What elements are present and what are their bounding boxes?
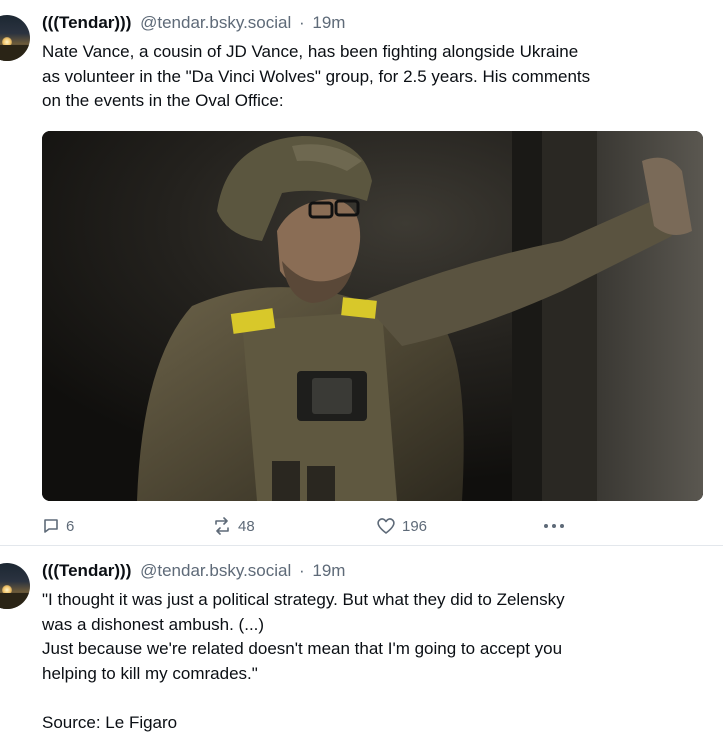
avatar-landscape [0, 593, 30, 609]
reply-button[interactable]: 6 [42, 514, 74, 538]
author-name[interactable]: (((Tendar))) [42, 561, 131, 580]
author-avatar[interactable] [0, 563, 30, 609]
post-time[interactable]: 19m [312, 561, 345, 580]
avatar-landscape [0, 45, 30, 61]
separator: · [298, 561, 305, 580]
post-header: (((Tendar))) @tendar.bsky.social · 19m [42, 12, 345, 34]
post-header: (((Tendar))) @tendar.bsky.social · 19m [42, 560, 345, 582]
reply-icon [44, 519, 58, 533]
post-actions: 6 48 196 [42, 514, 703, 538]
like-count: 196 [402, 517, 428, 535]
soldier-photo [42, 131, 703, 501]
post[interactable]: (((Tendar))) @tendar.bsky.social · 19m N… [0, 0, 723, 545]
reply-count: 6 [66, 517, 75, 535]
more-options-icon [544, 524, 564, 528]
repost-button[interactable]: 48 [212, 514, 255, 538]
post-time[interactable]: 19m [312, 13, 345, 32]
post[interactable]: (((Tendar))) @tendar.bsky.social · 19m "… [0, 548, 723, 750]
author-handle[interactable]: @tendar.bsky.social [140, 561, 291, 580]
post-divider [0, 545, 723, 546]
post-text: "I thought it was just a political strat… [42, 590, 565, 732]
separator: · [298, 13, 305, 32]
author-name[interactable]: (((Tendar))) [42, 13, 131, 32]
more-options-button[interactable] [542, 514, 572, 538]
heart-icon [377, 518, 395, 534]
post-text: Nate Vance, a cousin of JD Vance, has be… [42, 42, 591, 110]
author-avatar[interactable] [0, 15, 30, 61]
repost-count: 48 [238, 517, 255, 535]
repost-icon [215, 517, 229, 535]
author-handle[interactable]: @tendar.bsky.social [140, 13, 291, 32]
post-image[interactable] [42, 131, 703, 501]
like-button[interactable]: 196 [376, 514, 427, 538]
